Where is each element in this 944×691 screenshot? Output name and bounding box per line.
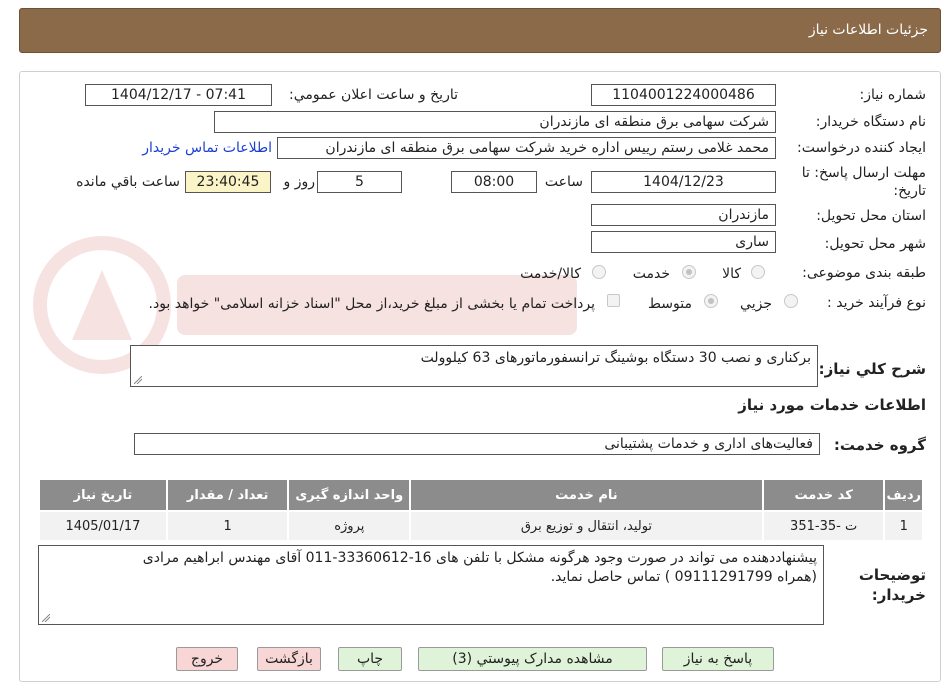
subject-goods-service-radio[interactable] <box>592 265 606 279</box>
page-header: جزئیات اطلاعات نیاز <box>19 8 941 53</box>
treasury-payment-checkbox[interactable] <box>607 294 620 307</box>
announce-datetime-label: تاریخ و ساعت اعلان عمومي: <box>289 87 458 103</box>
buyer-notes-line-1: پیشنهاددهنده می تواند در صورت وجود هرگون… <box>142 550 817 566</box>
buyer-org-label: نام دستگاه خریدار: <box>815 114 926 130</box>
city-label: شهر محل تحویل: <box>824 236 926 252</box>
purchase-medium-label: متوسط <box>648 296 692 312</box>
col-row-number: ردیف <box>883 478 924 512</box>
cell-unit: پروژه <box>287 510 412 542</box>
deadline-label: مهلت ارسال پاسخ: تا <box>801 165 926 181</box>
subject-class-label: طبقه بندی موضوعی: <box>802 265 926 281</box>
days-field: 5 <box>317 171 402 193</box>
buyer-notes-label-1: توضیحات <box>858 566 926 584</box>
services-info-heading: اطلاعات خدمات مورد نیاز <box>738 396 926 414</box>
col-quantity: تعداد / مقدار <box>165 478 290 512</box>
remaining-time-field: 23:40:45 <box>185 171 271 193</box>
general-desc-text: برکناری و نصب 30 دستگاه بوشینگ ترانسفورم… <box>420 350 811 366</box>
table-header-row: ردیف کد خدمت نام خدمت واحد اندازه گیری ت… <box>38 478 924 512</box>
subject-service-label: خدمت <box>632 266 670 282</box>
province-label: استان محل تحویل: <box>816 208 926 224</box>
buyer-org-field: شرکت سهامی برق منطقه ای مازندران <box>214 111 776 133</box>
deadline-date-field: 1404/12/23 <box>591 171 776 193</box>
hours-left-label: ساعت باقي مانده <box>76 174 180 190</box>
need-number-label: شماره نیاز: <box>859 87 927 103</box>
deadline-time-field: 08:00 <box>451 171 537 193</box>
col-service-code: کد خدمت <box>761 478 886 512</box>
subject-service-radio[interactable] <box>682 265 696 279</box>
buyer-notes-line-2: (همراه 09111291799 ) تماس حاصل نماید. <box>550 569 817 585</box>
treasury-payment-note: پرداخت تمام یا بخشی از مبلغ خرید،از محل … <box>148 296 595 312</box>
back-button[interactable]: بازگشت <box>257 647 321 671</box>
province-field: مازندران <box>591 204 776 226</box>
city-field: ساری <box>591 231 776 253</box>
deadline-hour-label: ساعت <box>544 174 583 190</box>
col-service-name: نام خدمت <box>409 478 764 512</box>
cell-service-code: ت -35-351 <box>761 510 886 542</box>
reply-to-need-button[interactable]: پاسخ به نیاز <box>662 647 774 671</box>
buyer-notes-textarea[interactable]: پیشنهاددهنده می تواند در صورت وجود هرگون… <box>38 545 824 625</box>
exit-button[interactable]: خروج <box>176 647 238 671</box>
services-table: ردیف کد خدمت نام خدمت واحد اندازه گیری ت… <box>38 478 924 542</box>
buyer-notes-label-2: خریدار: <box>871 586 926 604</box>
purchase-medium-radio[interactable] <box>704 294 718 308</box>
cell-service-name: تولید، انتقال و توزیع برق <box>409 510 764 542</box>
need-number-field: 1104001224000486 <box>591 84 776 106</box>
purchase-type-label: نوع فرآیند خرید : <box>827 295 926 311</box>
purchase-small-radio[interactable] <box>784 294 798 308</box>
col-unit: واحد اندازه گیری <box>287 478 412 512</box>
page-title: جزئیات اطلاعات نیاز <box>808 22 928 38</box>
general-desc-label: شرح کلي نیاز: <box>818 360 926 378</box>
subject-goods-radio[interactable] <box>751 265 765 279</box>
buyer-contact-link[interactable]: اطلاعات تماس خریدار <box>142 140 272 156</box>
resize-grip-icon[interactable] <box>134 376 142 384</box>
subject-goods-label: کالا <box>722 266 741 282</box>
general-desc-textarea[interactable]: برکناری و نصب 30 دستگاه بوشینگ ترانسفورم… <box>130 345 818 387</box>
requester-field: محمد غلامی رستم رییس اداره خرید شرکت سها… <box>277 137 776 159</box>
resize-grip-icon[interactable] <box>42 614 50 622</box>
col-need-date: تاریخ نیاز <box>38 478 168 512</box>
service-group-field: فعالیت‌های اداری و خدمات پشتیبانی <box>134 433 820 455</box>
announce-datetime-field: 1404/12/17 - 07:41 <box>85 84 272 106</box>
view-attachments-button[interactable]: مشاهده مدارک پیوستي (3) <box>418 647 647 671</box>
print-button[interactable]: چاپ <box>338 647 402 671</box>
table-row: 1 ت -35-351 تولید، انتقال و توزیع برق پر… <box>38 510 924 542</box>
cell-quantity: 1 <box>165 510 290 542</box>
service-group-label: گروه خدمت: <box>833 436 926 454</box>
subject-goods-service-label: کالا/خدمت <box>520 266 581 282</box>
days-and-label: روز و <box>283 174 316 190</box>
purchase-small-label: جزيي <box>740 296 772 312</box>
cell-need-date: 1405/01/17 <box>38 510 168 542</box>
deadline-date-word: تاریخ: <box>893 183 926 199</box>
cell-row-number: 1 <box>883 510 924 542</box>
requester-label: ایجاد کننده درخواست: <box>797 140 926 156</box>
